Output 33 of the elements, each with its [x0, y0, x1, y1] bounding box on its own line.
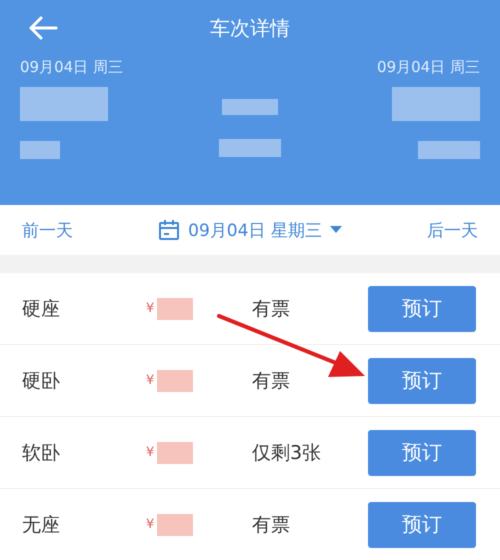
- currency-symbol: ¥: [146, 445, 154, 460]
- blurred-duration: [222, 99, 278, 115]
- seat-type: 硬座: [22, 296, 61, 322]
- seat-type: 硬卧: [22, 368, 61, 394]
- blurred-price: [157, 514, 194, 536]
- blurred-station: [418, 141, 480, 159]
- calendar-icon: [158, 219, 180, 241]
- arrival-date: 09月04日 周三: [377, 58, 480, 77]
- back-arrow-icon[interactable]: [28, 16, 58, 40]
- blurred-price: [157, 370, 194, 392]
- date-picker[interactable]: 09月04日 星期三: [158, 218, 342, 242]
- seat-type: 无座: [22, 512, 61, 538]
- book-button[interactable]: 预订: [368, 502, 476, 548]
- book-button[interactable]: 预订: [368, 430, 476, 476]
- next-day-link[interactable]: 后一天: [426, 218, 478, 242]
- currency-symbol: ¥: [146, 373, 154, 388]
- blurred-price: [157, 298, 194, 320]
- currency-symbol: ¥: [146, 301, 154, 316]
- previous-day-link[interactable]: 前一天: [22, 218, 73, 242]
- currency-symbol: ¥: [146, 517, 154, 532]
- blurred-price: [157, 442, 194, 464]
- book-button[interactable]: 预订: [368, 358, 476, 404]
- ticket-availability: 仅剩3张: [252, 440, 322, 466]
- ticket-availability: 有票: [252, 296, 291, 322]
- book-button[interactable]: 预订: [368, 286, 476, 332]
- ticket-availability: 有票: [252, 512, 291, 538]
- departure-date: 09月04日 周三: [20, 58, 123, 77]
- blurred-train-number: [219, 139, 281, 157]
- page-title: 车次详情: [210, 14, 290, 42]
- caret-icon: [330, 226, 342, 234]
- seat-type: 软卧: [22, 440, 61, 466]
- blurred-station: [20, 141, 60, 159]
- ticket-availability: 有票: [252, 368, 291, 394]
